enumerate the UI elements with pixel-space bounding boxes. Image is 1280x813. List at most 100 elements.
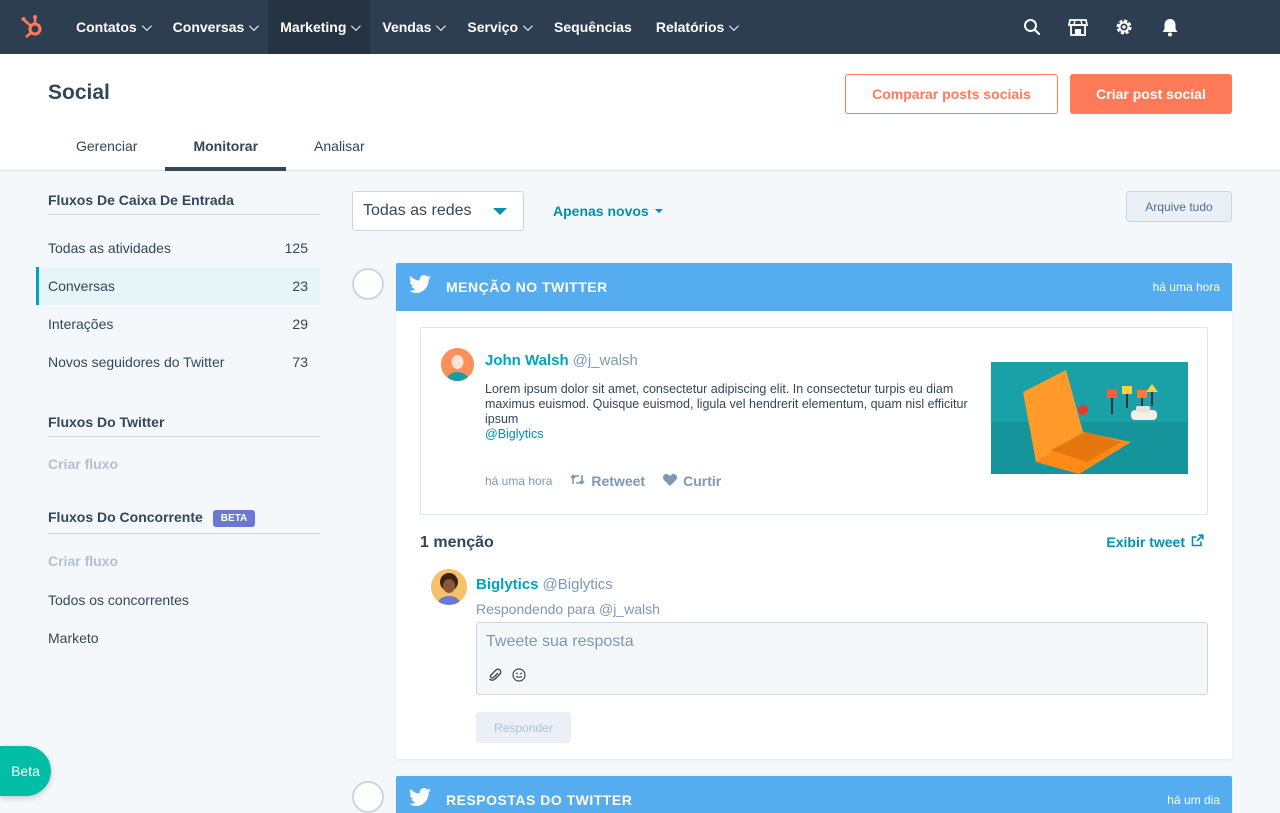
nav-label: Serviço: [467, 19, 519, 35]
chevron-down-icon: [522, 20, 533, 31]
tweet-text: Lorem ipsum dolor sit amet, consectetur …: [485, 382, 968, 426]
avatar: [431, 569, 467, 605]
stream-select-radio[interactable]: [352, 268, 384, 300]
only-new-filter[interactable]: Apenas novos: [553, 203, 663, 219]
avatar: [441, 348, 474, 381]
tab-bar: Gerenciar Monitorar Analisar: [48, 126, 393, 171]
tweet-meta: há uma hora Retweet Curtir: [485, 473, 739, 489]
search-icon[interactable]: [1022, 17, 1042, 37]
network-select-value: Todas as redes: [363, 202, 472, 219]
sidebar-item-label: Novos seguidores do Twitter: [48, 354, 225, 370]
sidebar-item-conversations[interactable]: Conversas 23: [36, 267, 320, 305]
chevron-down-icon: [351, 20, 362, 31]
stream-title: MENÇÃO NO TWITTER: [446, 279, 608, 295]
paperclip-icon[interactable]: [488, 668, 502, 687]
stream-title: RESPOSTAS DO TWITTER: [446, 792, 633, 808]
tweet-mention-link[interactable]: @Biglytics: [485, 427, 544, 441]
nav-item-sequencias[interactable]: Sequências: [542, 0, 644, 54]
top-navigation: Contatos Conversas Marketing Vendas Serv…: [0, 0, 1280, 54]
chevron-down-icon: [729, 20, 740, 31]
stream-card-twitter-mention: MENÇÃO NO TWITTER há uma hora John Walsh…: [396, 263, 1232, 759]
sidebar-item-interactions[interactable]: Interações 29: [36, 305, 320, 343]
nav-item-relatorios[interactable]: Relatórios: [644, 0, 748, 54]
nav-label: Relatórios: [655, 19, 725, 35]
beta-badge: BETA: [212, 509, 256, 527]
like-button[interactable]: Curtir: [663, 473, 721, 489]
twitter-bird-icon: [408, 274, 432, 300]
sidebar-item-all-competitors[interactable]: Todos os concorrentes: [48, 592, 189, 608]
stream-select-radio[interactable]: [352, 781, 384, 813]
sidebar-item-marketo[interactable]: Marketo: [48, 630, 99, 646]
tweet-image[interactable]: [991, 362, 1188, 474]
tab-gerenciar[interactable]: Gerenciar: [48, 126, 165, 171]
nav-label: Sequências: [554, 19, 632, 35]
nav-menu: Contatos Conversas Marketing Vendas Serv…: [64, 0, 748, 54]
chevron-down-icon: [141, 20, 152, 31]
network-select[interactable]: Todas as redes: [352, 191, 524, 231]
stream-card-header: RESPOSTAS DO TWITTER há um dia: [396, 776, 1232, 813]
heart-icon: [663, 473, 678, 489]
nav-label: Marketing: [280, 19, 347, 35]
mention-count: 1 menção: [420, 534, 494, 551]
reply-button[interactable]: Responder: [476, 712, 571, 743]
create-post-button[interactable]: Criar post social: [1070, 74, 1232, 114]
gear-icon[interactable]: [1114, 17, 1134, 37]
twitter-bird-icon: [408, 787, 432, 813]
tab-monitorar[interactable]: Monitorar: [165, 126, 287, 171]
hubspot-logo-icon[interactable]: [0, 0, 64, 54]
sidebar-item-label: Interações: [48, 316, 114, 332]
sidebar-item-count: 29: [292, 316, 308, 332]
replying-to-label: Respondendo para @j_walsh: [476, 601, 660, 617]
create-twitter-stream-link[interactable]: Criar fluxo: [48, 456, 118, 472]
nav-item-contatos[interactable]: Contatos: [64, 0, 161, 54]
tweet-card: John Walsh @j_walsh Lorem ipsum dolor sit…: [420, 327, 1208, 515]
page-header: Social Comparar posts sociais Criar post…: [0, 54, 1280, 171]
retweet-icon: [570, 473, 586, 489]
retweet-label: Retweet: [591, 473, 646, 489]
sidebar-item-label: Conversas: [48, 278, 115, 294]
competitor-streams-label: Fluxos Do Concorrente: [48, 509, 203, 525]
nav-label: Contatos: [76, 19, 137, 35]
nav-item-conversas[interactable]: Conversas: [161, 0, 269, 54]
compare-posts-button[interactable]: Comparar posts sociais: [845, 74, 1058, 114]
tweet-author-name: John Walsh: [485, 352, 569, 369]
emoji-icon[interactable]: [512, 668, 526, 687]
caret-down-icon: [493, 207, 507, 215]
reply-author-handle: @Biglytics: [542, 576, 613, 593]
stream-card-twitter-replies: RESPOSTAS DO TWITTER há um dia: [396, 776, 1232, 813]
tab-analisar[interactable]: Analisar: [286, 126, 393, 171]
reply-textarea[interactable]: Tweete sua resposta: [476, 622, 1208, 695]
nav-item-servico[interactable]: Serviço: [455, 0, 542, 54]
retweet-button[interactable]: Retweet: [570, 473, 645, 489]
sidebar-item-count: 125: [284, 240, 308, 256]
reply-author-name: Biglytics: [476, 576, 539, 593]
marketplace-icon[interactable]: [1068, 17, 1088, 37]
tweet-time: há uma hora: [485, 474, 553, 488]
stream-card-header: MENÇÃO NO TWITTER há uma hora: [396, 263, 1232, 311]
only-new-label: Apenas novos: [553, 203, 649, 219]
page-title: Social: [48, 81, 110, 104]
view-tweet-label: Exibir tweet: [1106, 534, 1185, 550]
view-tweet-link[interactable]: Exibir tweet: [1106, 534, 1204, 550]
nav-item-marketing[interactable]: Marketing: [268, 0, 371, 54]
reply-author[interactable]: Biglytics @Biglytics: [476, 576, 613, 593]
create-competitor-stream-link[interactable]: Criar fluxo: [48, 553, 118, 569]
nav-label: Vendas: [382, 19, 432, 35]
sidebar-item-count: 73: [292, 354, 308, 370]
sidebar-item-all-activity[interactable]: Todas as atividades 125: [36, 229, 320, 267]
archive-all-button[interactable]: Arquive tudo: [1126, 191, 1232, 222]
nav-label: Conversas: [172, 19, 245, 35]
tweet-author-handle: @j_walsh: [572, 352, 638, 369]
like-label: Curtir: [683, 473, 722, 489]
reply-toolbar: [488, 668, 526, 687]
stream-time: há uma hora: [1152, 280, 1220, 294]
nav-item-vendas[interactable]: Vendas: [370, 0, 455, 54]
tweet-author[interactable]: John Walsh @j_walsh: [485, 352, 638, 369]
chevron-down-icon: [249, 20, 260, 31]
bell-icon[interactable]: [1160, 17, 1180, 37]
twitter-streams-heading: Fluxos Do Twitter: [48, 414, 320, 437]
sidebar-item-new-followers[interactable]: Novos seguidores do Twitter 73: [36, 343, 320, 381]
beta-feedback-button[interactable]: Beta: [0, 746, 51, 796]
competitor-streams-heading: Fluxos Do Concorrente BETA: [48, 509, 320, 534]
stream-time: há um dia: [1167, 793, 1220, 807]
